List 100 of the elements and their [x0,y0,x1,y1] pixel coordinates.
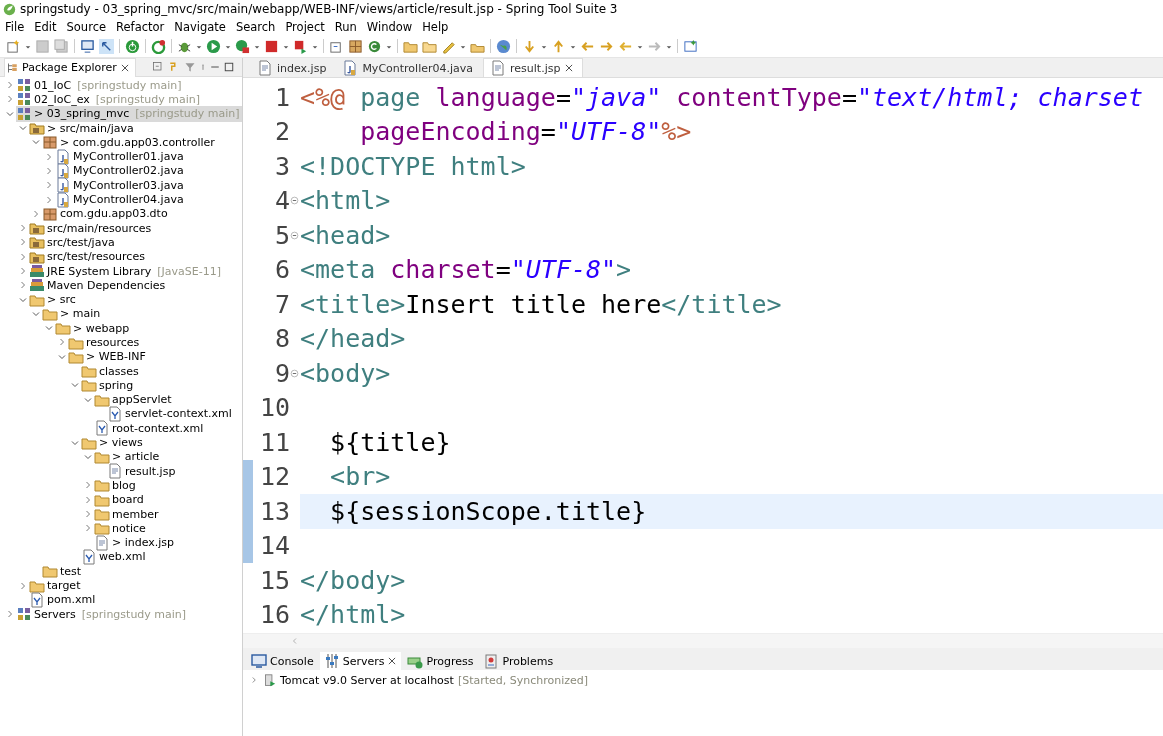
scroll-left-icon[interactable] [291,637,299,645]
monitor-icon [251,653,267,669]
code-line: <%@ page language="java" contentType="text/html; charset [300,82,1143,112]
tree-item[interactable]: resources [68,334,143,351]
editor-tab[interactable]: result.jsp [483,58,584,77]
tree-item[interactable]: appServlet [94,391,175,408]
tree-item[interactable]: MyController04.java [55,191,187,208]
tree-item[interactable]: > WEB-INF [68,348,149,365]
tree-item[interactable]: > src [29,291,79,308]
tree-item[interactable]: spring [81,377,137,394]
menu-item[interactable]: Navigate [169,19,231,34]
menu-item[interactable]: Help [417,19,454,34]
server-item[interactable]: Tomcat v9.0 Server at localhost [Started, Synchronized] [263,672,589,688]
horizontal-scrollbar[interactable] [243,633,1163,648]
view-tab[interactable]: Progress [403,652,478,670]
tree-item[interactable]: src/test/java [29,234,118,251]
tree-item[interactable]: Servers [springstudy main] [16,606,190,623]
save-all-icon[interactable] [54,38,69,54]
pointer-icon[interactable] [99,38,114,54]
prev-annotation-icon[interactable] [551,38,566,54]
java-file-icon [55,162,71,179]
view-tab[interactable]: Console [247,652,318,670]
tree-item[interactable]: src/test/resources [29,248,148,265]
close-icon[interactable] [387,656,398,666]
tree-item[interactable]: > views [81,434,146,451]
stop-icon[interactable] [264,38,279,54]
new-file-icon[interactable] [6,38,21,54]
tree-item[interactable]: > com.gdu.app03.controller [42,134,218,151]
tree-item[interactable]: Maven Dependencies [29,277,169,294]
tree-item[interactable]: root-context.xml [94,420,207,437]
save-icon[interactable] [35,38,50,54]
editor-tab[interactable]: MyController04.java [336,59,482,77]
power-icon[interactable] [125,38,140,54]
tree-item[interactable]: member [94,506,162,523]
folder-icon [81,377,97,394]
refresh-icon[interactable] [151,38,166,54]
globe-icon[interactable] [496,38,511,54]
tree-item[interactable]: 01_IoC [springstudy main] [16,77,185,94]
run-icon[interactable] [206,38,221,54]
collapse-all-icon[interactable] [152,61,164,73]
tree-item[interactable]: > src/main/java [29,120,137,137]
menu-item[interactable]: File [0,19,30,34]
new-class-icon[interactable] [367,38,382,54]
close-icon[interactable] [119,62,130,73]
tree-item[interactable]: classes [81,363,142,380]
tree-item[interactable]: > article [94,448,163,465]
menu-item[interactable]: Project [280,19,330,34]
tree-item[interactable]: > index.jsp [94,534,178,551]
tree-item[interactable]: > webapp [55,320,133,337]
library-icon [29,263,45,279]
tree-item[interactable]: com.gdu.app03.dto [42,205,171,222]
line-number: 14 [258,531,290,561]
tree-item[interactable]: board [94,491,147,508]
tree-item[interactable]: MyController01.java [55,148,187,165]
menu-item[interactable]: Run [329,19,362,34]
tree-item[interactable]: > main [42,305,104,322]
code-line: <body> [300,358,391,388]
tree-item[interactable]: target [29,577,84,594]
line-number: 13 [258,496,290,526]
tree-item[interactable]: servlet-context.xml [107,406,235,422]
fold-icon[interactable] [290,196,299,206]
monitor-icon[interactable] [80,38,95,54]
tree-item[interactable]: result.jsp [107,463,179,480]
tree-item[interactable]: JRE System Library [JavaSE-11] [29,263,225,279]
tree-item[interactable]: 02_IoC_ex [springstudy main] [16,91,204,108]
menu-item[interactable]: Source [61,19,112,34]
menu-item[interactable]: Window [361,19,418,34]
menu-item[interactable]: Edit [29,19,62,34]
folder-icon [94,506,110,523]
tree-item[interactable]: notice [94,520,149,537]
run-server-icon[interactable] [235,38,250,54]
tree-item[interactable]: > 03_spring_mvc [springstudy main] [16,105,242,122]
source-folder-icon [29,234,45,251]
fold-icon[interactable] [290,368,299,378]
folder-icon [42,563,58,580]
view-tab[interactable]: Problems [479,652,558,670]
deploy-icon[interactable] [293,38,308,54]
tree-item[interactable]: src/main/resources [29,220,155,237]
menu-item[interactable]: Search [230,19,281,34]
tree-item[interactable]: pom.xml [29,591,99,608]
code-line: <html> [300,186,391,216]
fold-icon[interactable] [290,230,299,240]
next-annotation-icon[interactable] [522,38,537,54]
filter-icon[interactable] [184,61,196,73]
close-icon[interactable] [564,63,575,73]
tree-item[interactable]: MyController02.java [55,162,187,179]
code-line: <!DOCTYPE html> [300,151,526,181]
menu-item[interactable]: Refactor [111,19,170,34]
tree-item[interactable]: web.xml [81,548,149,565]
view-tab[interactable]: Servers [319,652,402,670]
sliders-icon [323,653,340,669]
view-tab[interactable]: Package Explorer [4,58,136,77]
java-file-icon [55,148,71,165]
grid-icon[interactable] [348,38,363,54]
tree-item[interactable]: test [42,563,85,580]
tree-item[interactable]: MyController03.java [55,177,187,194]
tree-item[interactable]: blog [94,477,139,494]
perspective-icon[interactable] [683,38,698,54]
editor-tab[interactable]: index.jsp [251,59,335,77]
maximize-icon[interactable] [224,62,234,72]
